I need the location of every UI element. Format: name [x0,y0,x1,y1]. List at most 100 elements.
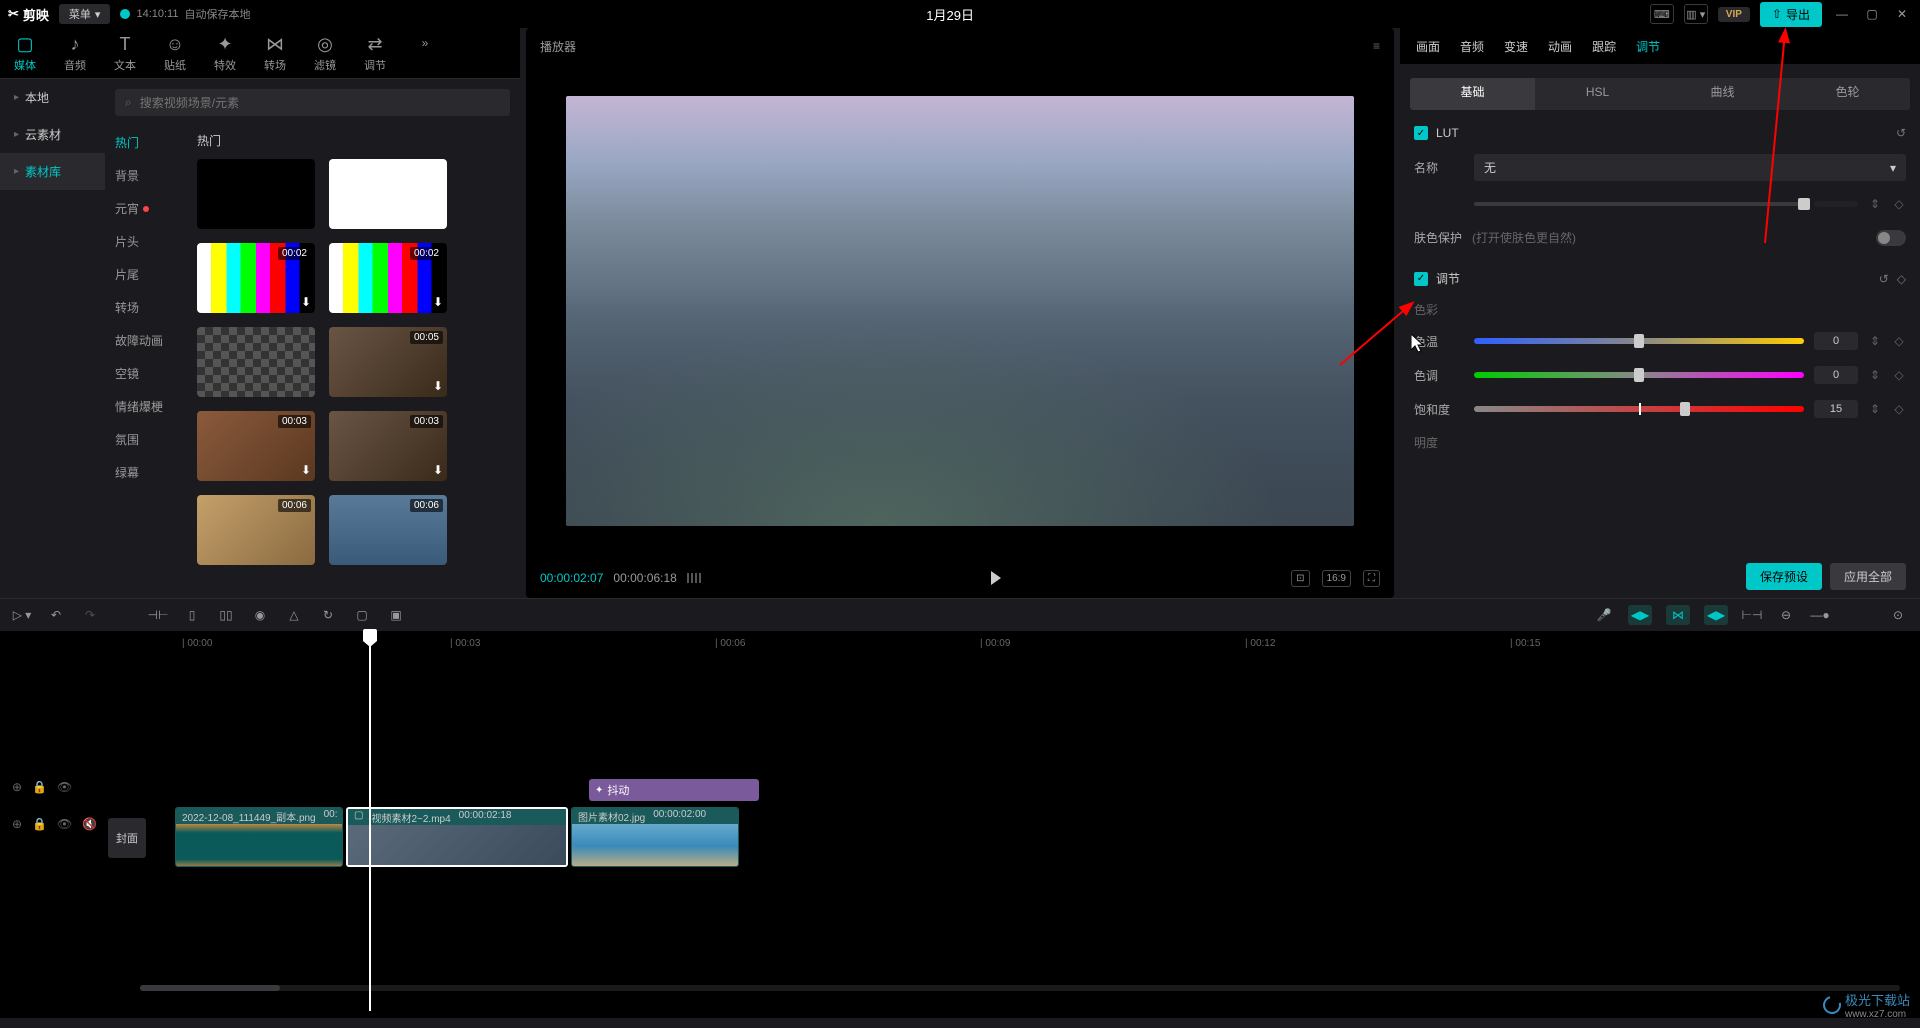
tool-tab[interactable]: ⇄调节 [350,28,400,78]
tool-tab[interactable]: ♪音频 [50,28,100,78]
zoom-slider[interactable]: —● [1810,605,1830,625]
skin-protect-toggle[interactable] [1876,230,1906,246]
material-thumbnail[interactable] [329,159,447,229]
lut-strength-slider[interactable] [1474,202,1804,206]
crop-icon[interactable]: ⊡ [1291,570,1309,587]
search-input[interactable]: ⌕ [115,89,510,116]
material-thumbnail[interactable]: 00:03⬇ [197,411,315,481]
cover-label[interactable]: 封面 [108,818,146,858]
category-item[interactable]: 元宵 [105,192,185,225]
material-thumbnail[interactable] [197,159,315,229]
category-item[interactable]: 空镜 [105,357,185,390]
color-slider[interactable] [1474,372,1804,378]
timeline-clip[interactable]: 图片素材02.jpg00:00:02:00 [571,807,739,867]
download-icon[interactable]: ⬇ [433,463,443,477]
keyframe-icon[interactable]: ◇ [1892,368,1906,382]
inspector-tab[interactable]: 动画 [1548,38,1572,55]
tool-tab[interactable]: ☺贴纸 [150,28,200,78]
tool-tab[interactable]: T文本 [100,28,150,78]
track-visible-icon[interactable]: 👁 [57,780,72,794]
effect-clip[interactable]: ✦ 抖动 [589,779,759,801]
slider-value[interactable]: 0 [1814,366,1858,384]
tool-tab[interactable]: ✦特效 [200,28,250,78]
download-icon[interactable]: ⬇ [301,463,311,477]
inspector-subtab[interactable]: 基础 [1410,78,1535,110]
keyframe-icon[interactable]: ◇ [1892,334,1906,348]
track-lock-icon[interactable]: 🔒 [32,780,47,794]
timeline-clip-selected[interactable]: ▢视频素材2~2.mp400:00:02:18 [346,807,568,867]
keyframe-icon[interactable]: ◇ [1892,402,1906,416]
vip-badge[interactable]: VIP [1718,7,1750,22]
timeline-scrollbar[interactable] [140,985,1900,991]
lut-select[interactable]: 无 ▾ [1474,154,1906,181]
ratio-button[interactable]: 16:9 [1322,570,1351,587]
slider-value[interactable]: 15 [1814,400,1858,418]
minimize-icon[interactable]: — [1832,4,1852,24]
stepper-icon[interactable]: ⇕ [1868,368,1882,382]
track-lock-icon[interactable]: 🔒 [32,817,47,831]
keyframe-icon[interactable]: ◇ [1892,197,1906,211]
zoom-fit-icon[interactable]: ⊙ [1888,605,1908,625]
inspector-tab[interactable]: 跟踪 [1592,38,1616,55]
color-slider[interactable] [1474,406,1804,412]
search-field[interactable] [140,96,500,110]
smart-icon[interactable]: ▣ [386,605,406,625]
magnet-main-icon[interactable]: ◀▶ [1628,605,1652,625]
mic-icon[interactable]: 🎤 [1594,605,1614,625]
category-item[interactable]: 绿幕 [105,456,185,489]
inspector-subtab[interactable]: 曲线 [1660,78,1785,110]
keyframe-icon[interactable]: ◇ [1897,272,1906,286]
close-icon[interactable]: ✕ [1892,4,1912,24]
slider-thumb[interactable] [1680,402,1690,416]
color-slider[interactable] [1474,338,1804,344]
mirror-icon[interactable]: △ [284,605,304,625]
inspector-tab[interactable]: 调节 [1636,38,1660,55]
player-menu-icon[interactable]: ≡ [1373,39,1380,53]
inspector-subtab[interactable]: HSL [1535,78,1660,110]
material-thumbnail[interactable]: 00:02⬇ [197,243,315,313]
slider-thumb[interactable] [1634,334,1644,348]
material-thumbnail[interactable]: 00:05⬇ [329,327,447,397]
layout-icon[interactable]: ▥ ▾ [1684,4,1708,24]
tool-tab[interactable]: ◎滤镜 [300,28,350,78]
material-thumbnail[interactable] [197,327,315,397]
download-icon[interactable]: ⬇ [301,295,311,309]
category-item[interactable]: 片尾 [105,258,185,291]
keyboard-icon[interactable]: ⌨ [1650,4,1674,24]
save-preset-button[interactable]: 保存预设 [1746,563,1822,590]
source-nav-item[interactable]: ▸素材库 [0,153,105,190]
redo-icon[interactable]: ↷ [80,605,100,625]
track-toggle-icon[interactable]: ⊕ [12,780,22,794]
more-tools-icon[interactable]: » [400,28,450,58]
crop-icon[interactable]: ▢ [352,605,372,625]
stepper-icon[interactable]: ⇕ [1868,402,1882,416]
playhead[interactable] [369,631,371,1011]
slider-value[interactable]: 0 [1814,332,1858,350]
split-icon[interactable]: ⊣⊢ [148,605,168,625]
inspector-subtab[interactable]: 色轮 [1785,78,1910,110]
download-icon[interactable]: ⬇ [433,295,443,309]
zoom-out-icon[interactable]: ⊖ [1776,605,1796,625]
category-item[interactable]: 故障动画 [105,324,185,357]
download-icon[interactable]: ⬇ [433,379,443,393]
category-item[interactable]: 氛围 [105,423,185,456]
track-visible-icon[interactable]: 👁 [57,817,72,831]
select-tool-icon[interactable]: ▷ ▾ [12,605,32,625]
reset-icon[interactable]: ↺ [1896,126,1906,140]
rotate-icon[interactable]: ↻ [318,605,338,625]
maximize-icon[interactable]: ▢ [1862,4,1882,24]
material-thumbnail[interactable]: 00:03⬇ [329,411,447,481]
track-toggle-icon[interactable]: ⊕ [12,817,22,831]
timeline-ruler[interactable]: | 00:00| 00:03| 00:06| 00:09| 00:12| 00:… [0,631,1920,655]
inspector-tab[interactable]: 画面 [1416,38,1440,55]
export-button[interactable]: ⇧ 导出 [1760,2,1822,27]
delete-right-icon[interactable]: ▯▯ [216,605,236,625]
category-item[interactable]: 热门 [105,126,185,159]
magnet-preview-icon[interactable]: ◀▶ [1704,605,1728,625]
tool-tab[interactable]: ⋈转场 [250,28,300,78]
apply-all-button[interactable]: 应用全部 [1830,563,1906,590]
inspector-tab[interactable]: 变速 [1504,38,1528,55]
menu-button[interactable]: 菜单 ▾ [59,4,111,24]
tool-tab[interactable]: ▢媒体 [0,28,50,78]
lut-strength-value[interactable] [1814,201,1858,207]
